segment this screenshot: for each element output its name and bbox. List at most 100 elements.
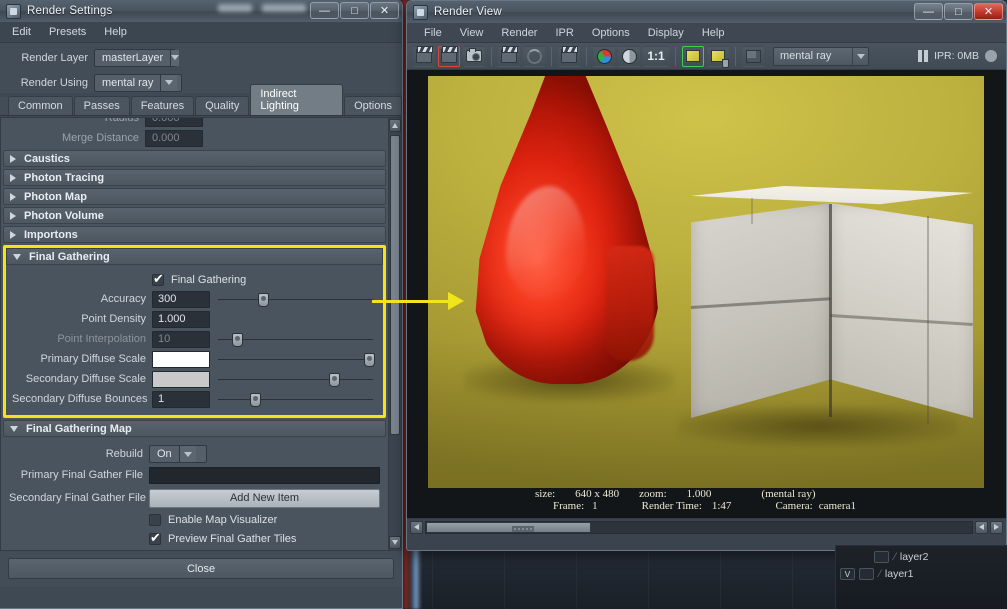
rendered-image[interactable] <box>428 76 984 488</box>
snapshot-icon[interactable] <box>463 45 485 67</box>
scroll-right-button[interactable] <box>975 520 988 534</box>
cube-vertical-edge <box>829 204 832 417</box>
slider-handle[interactable] <box>249 392 261 407</box>
menu-help[interactable]: Help <box>96 24 135 40</box>
hscroll-track[interactable] <box>425 520 973 534</box>
close-icon[interactable]: ✕ <box>370 2 399 19</box>
section-final-gathering[interactable]: Final Gathering <box>6 248 383 265</box>
tab-passes[interactable]: Passes <box>73 96 130 115</box>
layer2-name: layer2 <box>899 550 929 563</box>
section-final-gathering-label: Final Gathering <box>29 250 110 263</box>
maximize-button[interactable]: □ <box>944 3 973 20</box>
close-button[interactable]: Close <box>8 558 394 579</box>
section-final-gathering-map[interactable]: Final Gathering Map <box>3 420 386 437</box>
menu-ipr[interactable]: IPR <box>546 25 582 41</box>
scroll-left-button[interactable] <box>410 520 423 534</box>
rebuild-label: Rebuild <box>105 448 143 460</box>
tab-features[interactable]: Features <box>130 96 195 115</box>
menu-display[interactable]: Display <box>639 25 693 41</box>
preview-final-gather-tiles-checkbox[interactable] <box>149 531 161 545</box>
render-current-frame-icon[interactable] <box>413 45 435 67</box>
scroll-down-button[interactable] <box>389 536 401 549</box>
tab-indirect-lighting[interactable]: Indirect Lighting <box>250 84 344 115</box>
renderer-combo[interactable]: mental ray <box>773 46 869 66</box>
secondary-diffuse-bounces-slider[interactable] <box>218 391 377 408</box>
menu-render[interactable]: Render <box>492 25 546 41</box>
ipr-render-icon[interactable] <box>498 45 520 67</box>
remove-image-icon[interactable] <box>707 45 729 68</box>
scroll-up-button[interactable] <box>389 119 401 132</box>
layer1-visibility-toggle[interactable]: V <box>840 567 855 580</box>
primary-diffuse-scale-slider[interactable] <box>218 351 377 368</box>
slider-handle[interactable] <box>232 332 244 347</box>
tab-common[interactable]: Common <box>8 96 73 115</box>
scroll-far-right-button[interactable] <box>990 520 1003 534</box>
menu-help[interactable]: Help <box>693 25 734 41</box>
final-gathering-checkbox[interactable] <box>152 272 164 286</box>
render-view-canvas[interactable]: size: 640 x 480 zoom: 1.000 (mental ray)… <box>407 70 1006 518</box>
render-view-titlebar[interactable]: Render View — □ ✕ <box>407 1 1006 23</box>
hscroll-thumb[interactable] <box>426 521 591 533</box>
menu-edit[interactable]: Edit <box>4 24 39 40</box>
menu-options[interactable]: Options <box>583 25 639 41</box>
close-icon[interactable]: ✕ <box>974 3 1003 20</box>
keep-image-icon[interactable] <box>682 45 704 67</box>
display-render-settings-icon[interactable] <box>742 45 764 67</box>
refresh-ipr-icon[interactable] <box>523 45 545 67</box>
zoom-1to1-icon[interactable]: 1:1 <box>643 45 669 67</box>
annotation-arrow <box>372 292 464 310</box>
chevron-down-icon[interactable] <box>160 74 178 91</box>
menu-file[interactable]: File <box>415 25 451 41</box>
alpha-channel-icon[interactable] <box>618 45 640 67</box>
list-item[interactable]: / layer2 <box>840 548 1003 565</box>
render-region-icon[interactable] <box>558 45 580 67</box>
scrollbar-thumb[interactable] <box>390 135 400 435</box>
point-interpolation-slider[interactable] <box>218 331 377 348</box>
attribute-scrollbar[interactable] <box>388 118 401 550</box>
render-settings-window: Render Settings — □ ✕ Edit Presets Help … <box>0 0 403 609</box>
chevron-down-icon[interactable] <box>178 446 196 462</box>
render-settings-titlebar[interactable]: Render Settings — □ ✕ <box>0 0 402 22</box>
slider-handle[interactable] <box>257 292 269 307</box>
redo-previous-render-icon[interactable] <box>438 45 460 67</box>
enable-map-visualizer-checkbox[interactable] <box>149 513 161 526</box>
render-view-horizontal-scrollbar[interactable] <box>407 518 1006 535</box>
accuracy-slider[interactable] <box>218 291 377 308</box>
rgb-channels-icon[interactable] <box>593 45 615 67</box>
maximize-button[interactable]: □ <box>340 2 369 19</box>
section-photon-map[interactable]: Photon Map <box>3 188 386 205</box>
chevron-down-icon[interactable] <box>852 47 868 65</box>
layer1-render-toggle[interactable] <box>859 567 874 580</box>
list-item[interactable]: V / layer1 <box>840 565 1003 582</box>
section-photon-volume[interactable]: Photon Volume <box>3 207 386 224</box>
render-using-combo[interactable]: mental ray <box>94 73 182 92</box>
primary-final-gather-file-input[interactable] <box>149 466 380 484</box>
accuracy-field[interactable]: 300 <box>152 290 210 308</box>
point-density-field[interactable]: 1.000 <box>152 310 210 328</box>
secondary-diffuse-bounces-field[interactable]: 1 <box>152 390 210 408</box>
chevron-down-icon[interactable] <box>170 49 180 66</box>
add-new-item-button[interactable]: Add New Item <box>149 488 380 508</box>
pause-icon[interactable] <box>918 50 929 62</box>
radius-field[interactable]: 0.000 <box>145 118 203 127</box>
layer2-visibility-toggle[interactable] <box>874 550 889 563</box>
merge-distance-field[interactable]: 0.000 <box>145 129 203 147</box>
rebuild-combo[interactable]: On <box>149 445 207 463</box>
minimize-button[interactable]: — <box>310 2 339 19</box>
render-layer-combo[interactable]: masterLayer <box>94 48 180 67</box>
menu-presets[interactable]: Presets <box>41 24 94 40</box>
section-importons[interactable]: Importons <box>3 226 386 243</box>
tab-quality[interactable]: Quality <box>195 96 250 115</box>
secondary-diffuse-scale-slider[interactable] <box>218 371 377 388</box>
section-photon-tracing[interactable]: Photon Tracing <box>3 169 386 186</box>
slider-handle[interactable] <box>364 352 376 367</box>
secondary-diffuse-scale-swatch[interactable] <box>152 370 210 388</box>
point-interpolation-field[interactable]: 10 <box>152 330 210 348</box>
menu-view[interactable]: View <box>451 25 493 41</box>
preview-final-gather-tiles-label: Preview Final Gather Tiles <box>168 532 297 545</box>
slider-handle[interactable] <box>329 372 341 387</box>
primary-diffuse-scale-swatch[interactable] <box>152 350 210 368</box>
tab-options[interactable]: Options <box>344 96 402 115</box>
minimize-button[interactable]: — <box>914 3 943 20</box>
section-caustics[interactable]: Caustics <box>3 150 386 167</box>
